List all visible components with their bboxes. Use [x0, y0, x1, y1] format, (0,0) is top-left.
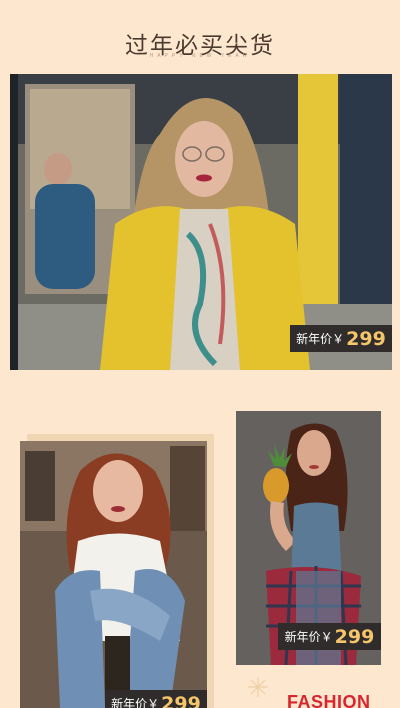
product-photo-3[interactable]: 新年价￥ 299: [236, 411, 381, 665]
price-tag-1[interactable]: 新年价￥ 299: [290, 325, 392, 352]
price-label: 新年价￥: [296, 332, 345, 346]
product-photo-2[interactable]: 新年价￥ 299: [20, 441, 207, 708]
price-value: 299: [346, 327, 386, 350]
price-label: 新年价￥: [284, 630, 333, 644]
sparkle-icon: [248, 677, 268, 697]
price-value: 299: [334, 625, 375, 648]
fashion-brand-text: FASHION: [287, 692, 371, 708]
page-subtitle: HAPPY NEW YEAR: [149, 53, 251, 59]
price-tag-2[interactable]: 新年价￥ 299: [105, 690, 207, 708]
price-tag-3[interactable]: 新年价￥ 299: [278, 623, 381, 650]
price-value: 299: [161, 692, 201, 708]
price-label: 新年价￥: [111, 697, 160, 708]
product-page: 过年必买尖货 HAPPY NEW YEAR 新年价￥ 299 新年价￥ 299 …: [0, 0, 400, 708]
photo-woman-denim-jacket: [20, 441, 207, 708]
product-photo-1[interactable]: 新年价￥ 299: [10, 74, 392, 370]
